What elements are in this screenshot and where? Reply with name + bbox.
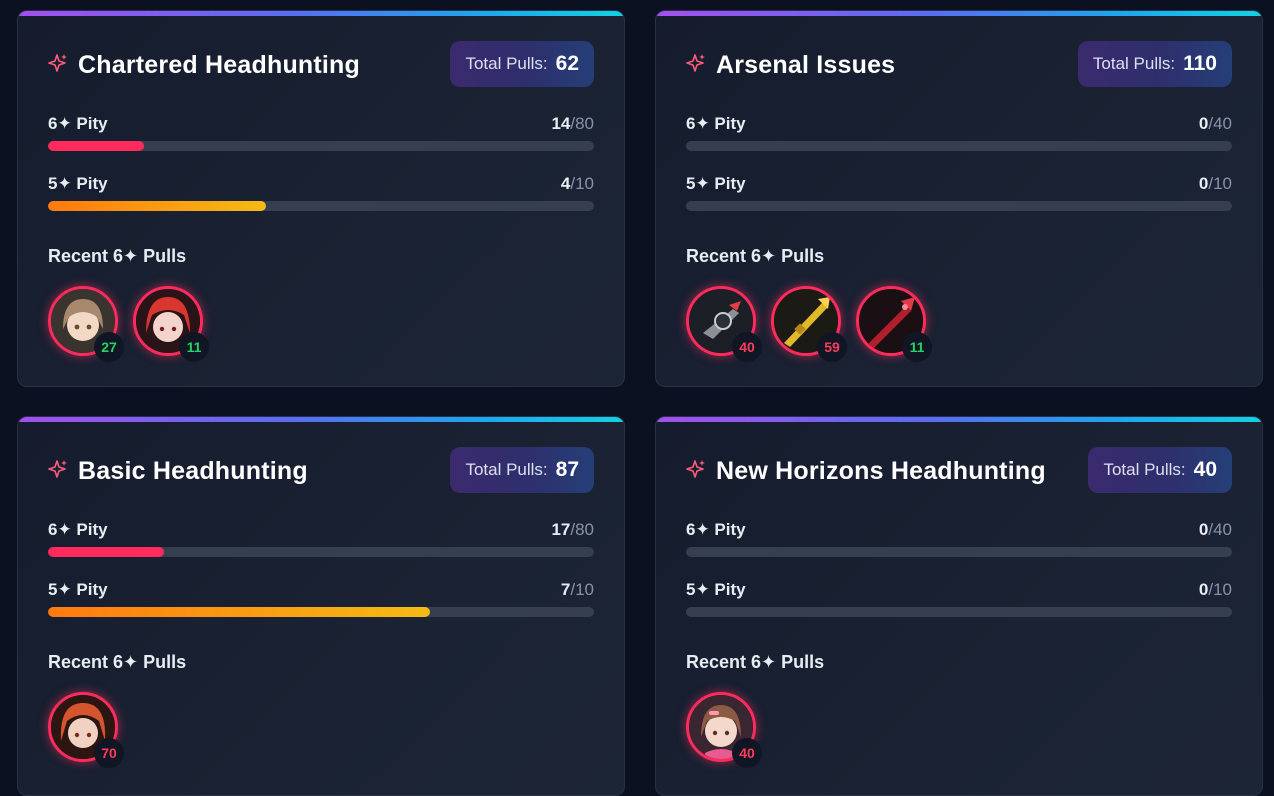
six-star-pity: 6✦ Pity 17/80 (48, 520, 594, 560)
pull-count-badge: 11 (902, 332, 932, 362)
pity-label: 6✦ Pity (48, 520, 108, 539)
pity-count: 17/80 (551, 520, 594, 539)
pity-count: 7/10 (560, 580, 594, 599)
pity-progress-fill (48, 141, 144, 151)
pity-progress-bar (686, 607, 1232, 617)
pity-progress-bar (686, 547, 1232, 557)
recent-pull-item[interactable]: 59 (771, 286, 847, 362)
total-pulls-badge: Total Pulls: 40 (1088, 447, 1232, 493)
pity-count: 0/40 (1198, 520, 1232, 539)
banner-card-arsenal: Arsenal Issues Total Pulls: 110 6✦ Pity … (655, 10, 1263, 387)
pity-count: 0/40 (1198, 114, 1232, 133)
recent-pull-item[interactable]: 40 (686, 286, 762, 362)
pity-progress-bar (48, 201, 594, 211)
pity-progress-bar (48, 141, 594, 151)
pity-count: 14/80 (551, 114, 594, 133)
card-header: Basic Headhunting Total Pulls: 87 (48, 447, 594, 493)
sparkle-icon (686, 54, 705, 72)
sparkle-icon (48, 54, 67, 72)
pull-count-badge: 70 (94, 738, 124, 768)
pity-label: 5✦ Pity (686, 580, 746, 599)
recent-pull-item[interactable]: 11 (856, 286, 932, 362)
total-pulls-badge: Total Pulls: 110 (1077, 41, 1232, 87)
total-pulls-label: Total Pulls: (465, 54, 548, 73)
pity-label: 5✦ Pity (686, 174, 746, 193)
five-star-pity: 5✦ Pity 0/10 (686, 580, 1232, 620)
pity-progress-bar (48, 547, 594, 557)
pull-count-badge: 11 (179, 332, 209, 362)
pull-count-badge: 40 (732, 332, 762, 362)
recent-pull-item[interactable]: 40 (686, 692, 762, 768)
banner-card-basic: Basic Headhunting Total Pulls: 87 6✦ Pit… (17, 416, 625, 796)
six-star-pity: 6✦ Pity 0/40 (686, 520, 1232, 560)
recent-pulls-list: 40 59 11 (686, 286, 932, 366)
recent-pulls-list: 70 (48, 692, 124, 772)
pity-label: 6✦ Pity (686, 520, 746, 539)
recent-pulls-label: Recent 6✦ Pulls (686, 246, 825, 266)
card-header: Chartered Headhunting Total Pulls: 62 (48, 41, 594, 87)
banner-title: New Horizons Headhunting (716, 457, 1046, 485)
total-pulls-label: Total Pulls: (465, 460, 548, 479)
banner-title: Basic Headhunting (78, 457, 308, 485)
pull-count-badge: 40 (732, 738, 762, 768)
total-pulls-label: Total Pulls: (1092, 54, 1176, 73)
total-pulls-value: 40 (1193, 458, 1217, 481)
pity-progress-bar (48, 607, 594, 617)
pity-count: 0/10 (1198, 174, 1232, 193)
recent-pulls-list: 40 (686, 692, 762, 772)
pull-count-badge: 27 (94, 332, 124, 362)
card-header: New Horizons Headhunting Total Pulls: 40 (686, 447, 1232, 493)
pity-label: 6✦ Pity (48, 114, 108, 133)
pity-progress-bar (686, 141, 1232, 151)
recent-pull-item[interactable]: 70 (48, 692, 124, 768)
banner-card-new-horizons: New Horizons Headhunting Total Pulls: 40… (655, 416, 1263, 796)
recent-pulls-list: 27 11 (48, 286, 209, 366)
pity-progress-fill (48, 547, 165, 557)
pity-label: 6✦ Pity (686, 114, 746, 133)
recent-pull-item[interactable]: 27 (48, 286, 124, 362)
card-header: Arsenal Issues Total Pulls: 110 (686, 41, 1232, 87)
banner-title: Chartered Headhunting (78, 51, 360, 79)
recent-pulls-label: Recent 6✦ Pulls (48, 246, 187, 266)
sparkle-icon (48, 460, 67, 478)
five-star-pity: 5✦ Pity 0/10 (686, 174, 1232, 214)
five-star-pity: 5✦ Pity 4/10 (48, 174, 594, 214)
total-pulls-label: Total Pulls: (1103, 460, 1186, 479)
pity-progress-bar (686, 201, 1232, 211)
banner-card-chartered: Chartered Headhunting Total Pulls: 62 6✦… (17, 10, 625, 387)
pity-count: 0/10 (1198, 580, 1232, 599)
pity-label: 5✦ Pity (48, 174, 108, 193)
pity-progress-fill (48, 201, 267, 211)
recent-pull-item[interactable]: 11 (133, 286, 209, 362)
recent-pulls-label: Recent 6✦ Pulls (686, 652, 825, 672)
six-star-pity: 6✦ Pity 14/80 (48, 114, 594, 154)
pull-count-badge: 59 (817, 332, 847, 362)
total-pulls-value: 87 (555, 458, 579, 481)
total-pulls-value: 62 (555, 52, 579, 75)
total-pulls-badge: Total Pulls: 87 (450, 447, 594, 493)
pity-label: 5✦ Pity (48, 580, 108, 599)
recent-pulls-label: Recent 6✦ Pulls (48, 652, 187, 672)
total-pulls-value: 110 (1183, 52, 1217, 75)
sparkle-icon (686, 460, 705, 478)
banner-title: Arsenal Issues (716, 51, 896, 79)
pity-count: 4/10 (560, 174, 594, 193)
pity-progress-fill (48, 607, 431, 617)
six-star-pity: 6✦ Pity 0/40 (686, 114, 1232, 154)
total-pulls-badge: Total Pulls: 62 (450, 41, 594, 87)
five-star-pity: 5✦ Pity 7/10 (48, 580, 594, 620)
